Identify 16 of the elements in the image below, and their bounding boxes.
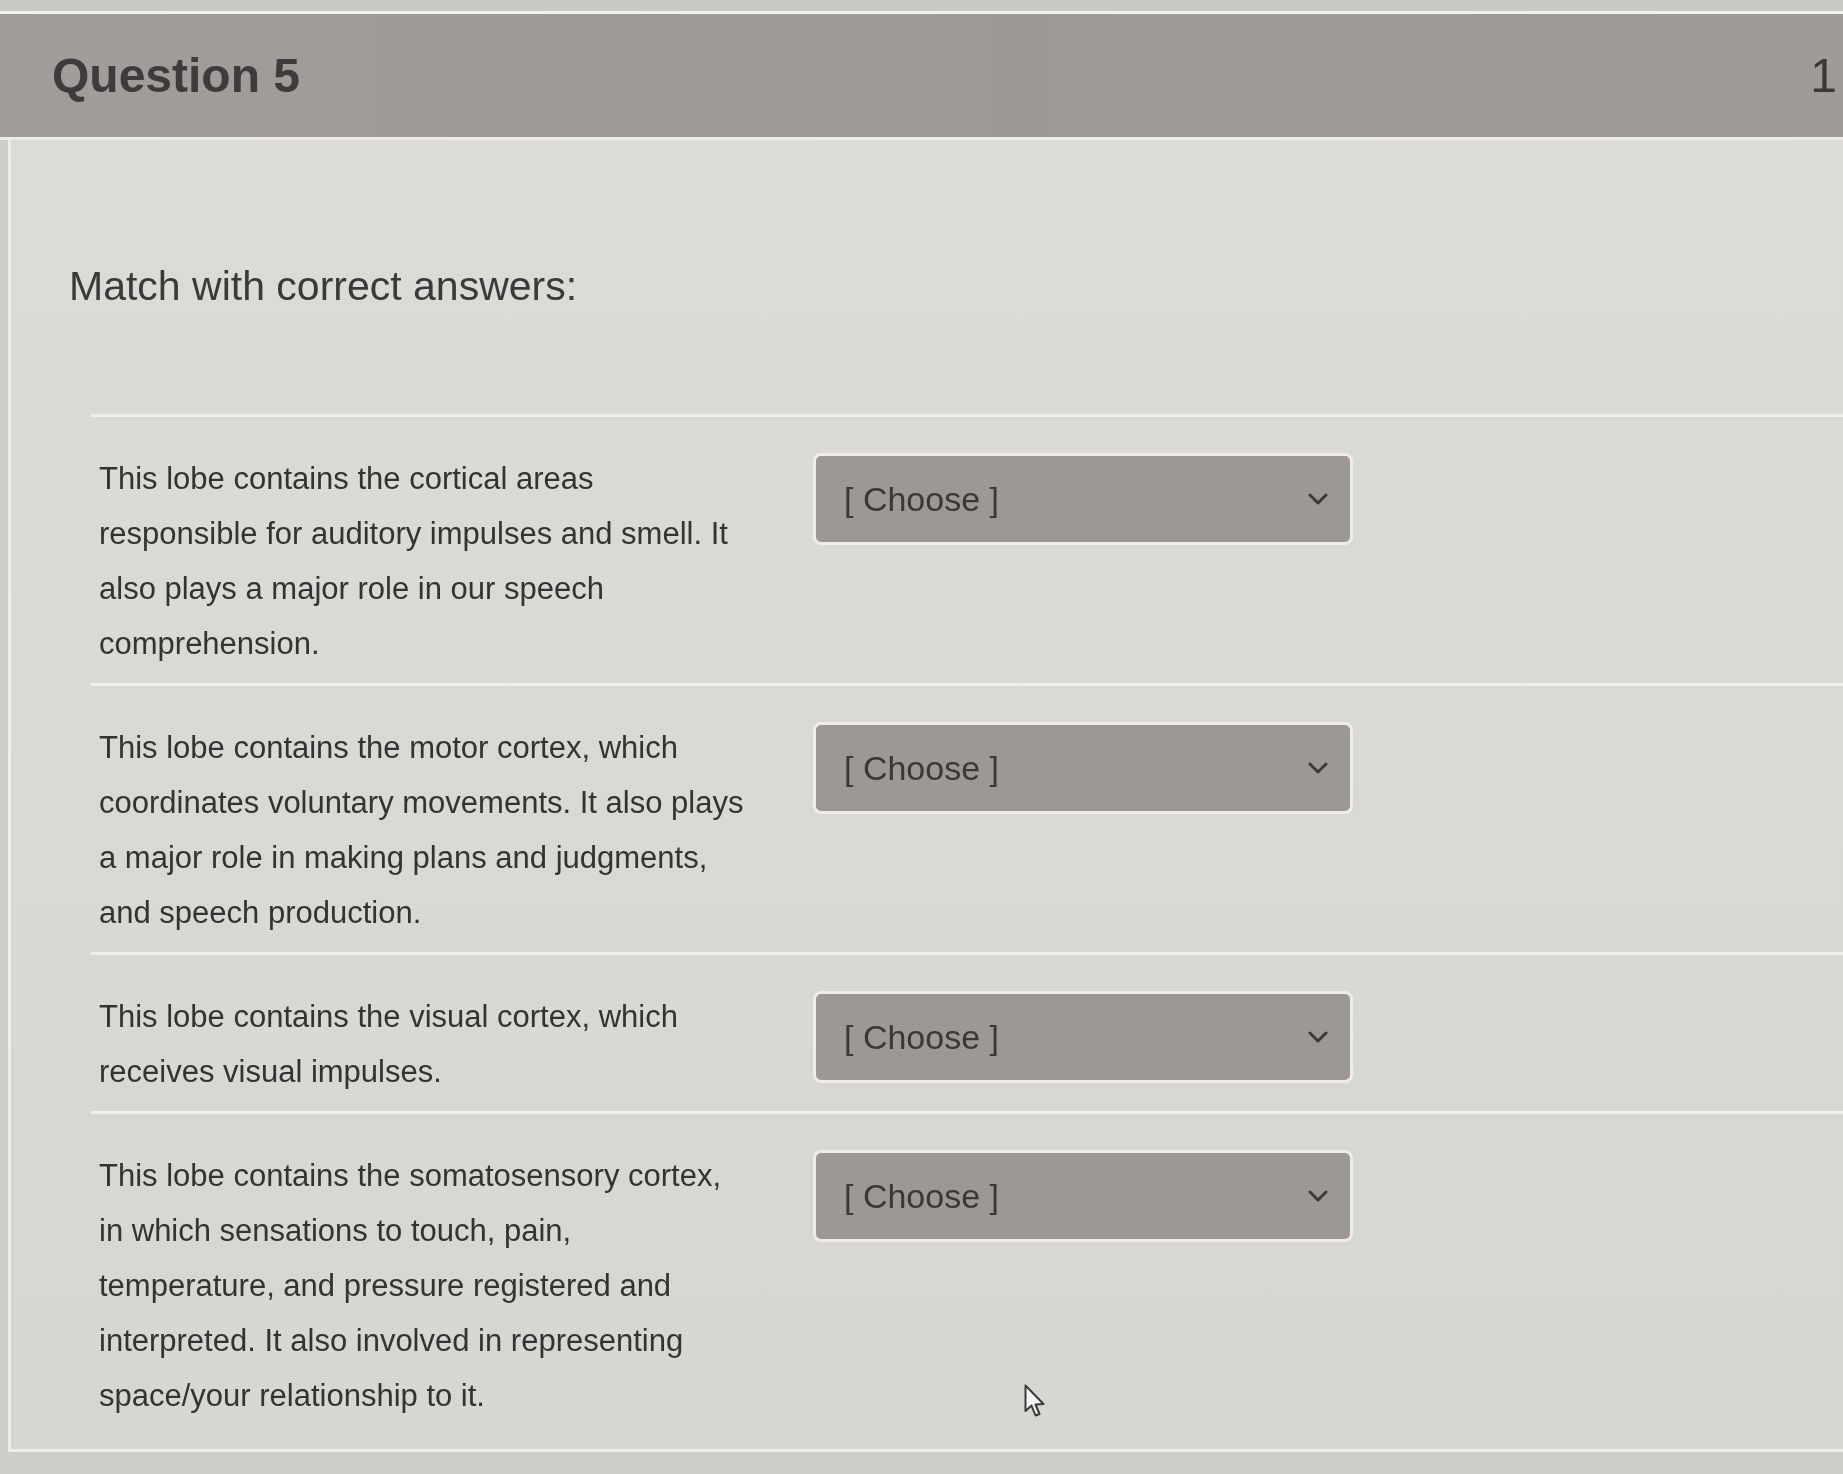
chevron-down-icon [1308, 493, 1328, 505]
answer-dropdown[interactable]: [ Choose ] [813, 722, 1353, 814]
match-description: This lobe contains the somatosensory cortex, in which sensations to touch, pain, temperature, and pressure registered and interpreted. It also involved in representing space/your relationship to it. [99, 1157, 723, 1415]
chevron-down-icon [1308, 1190, 1328, 1202]
answer-dropdown[interactable]: [ Choose ] [813, 1150, 1353, 1242]
answer-dropdown[interactable]: [ Choose ] [813, 453, 1353, 545]
chevron-down-icon [1308, 762, 1328, 774]
match-description: This lobe contains the visual cortex, which receives visual impulses. [99, 998, 679, 1091]
question-prompt: Match with correct answers: [69, 262, 578, 310]
answer-dropdown[interactable]: [ Choose ] [813, 991, 1353, 1083]
match-description: This lobe contains the cortical areas responsible for auditory impulses and smell. It also plays a major role in our speech comprehension. [99, 460, 729, 663]
match-description: This lobe contains the motor cortex, which coordinates voluntary movements. It also plays a major role in making plans and judgments, and speech production. [99, 729, 745, 932]
question-title: Question 5 [52, 48, 301, 103]
mouse-pointer-icon [1024, 1384, 1046, 1418]
chevron-down-icon [1308, 1031, 1328, 1043]
question-points: 1 [1810, 48, 1837, 103]
